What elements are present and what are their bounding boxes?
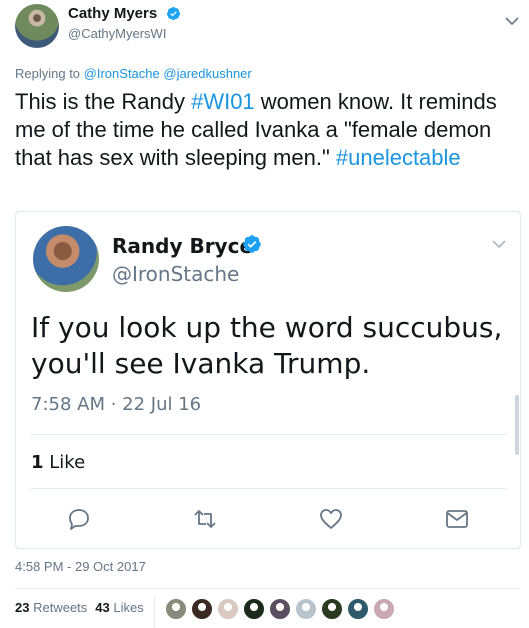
like-count-label: Like (49, 452, 86, 473)
embedded-author-name: Randy Bryce (112, 234, 254, 258)
divider (154, 596, 155, 628)
replying-prefix: Replying to (15, 66, 81, 81)
likes-label: Likes (113, 600, 144, 615)
replying-to: Replying to @IronStache @jaredkushner (15, 66, 252, 81)
chevron-down-icon[interactable] (505, 16, 519, 26)
author-name[interactable]: Cathy Myers (68, 5, 157, 22)
hashtag-link[interactable]: #WI01 (191, 89, 255, 114)
liker-avatar[interactable] (165, 598, 187, 620)
tweet-text: This is the Randy #WI01 women know. It r… (15, 88, 520, 172)
liker-avatar[interactable] (191, 598, 213, 620)
retweet-icon (194, 510, 216, 528)
liker-avatar[interactable] (243, 598, 265, 620)
liker-avatar[interactable] (321, 598, 343, 620)
tweet-stats: 23 Retweets 43 Likes (15, 600, 144, 615)
reply-icon (69, 509, 89, 530)
like-count-number: 1 (31, 452, 44, 473)
embedded-avatar (33, 226, 99, 292)
liker-avatar[interactable] (373, 598, 395, 620)
likes-count: 43 (95, 600, 110, 615)
retweets-label: Retweets (33, 600, 88, 615)
tweet-timestamp[interactable]: 4:58 PM - 29 Oct 2017 (15, 559, 146, 574)
divider (31, 434, 506, 435)
like-icon (320, 509, 342, 529)
verified-badge-icon (166, 6, 181, 21)
retweets-count: 23 (15, 600, 30, 615)
embedded-like-count: 1 Like (31, 452, 85, 473)
liker-avatar[interactable] (347, 598, 369, 620)
message-icon (446, 510, 468, 528)
liker-avatar[interactable] (269, 598, 291, 620)
embedded-tweet-text: If you look up the word succubus, you'll… (31, 311, 503, 380)
likes-stat[interactable]: 43 Likes (95, 600, 143, 615)
divider (15, 588, 520, 589)
mention-link[interactable]: @jaredkushner (163, 66, 251, 81)
mention-link[interactable]: @IronStache (84, 66, 160, 81)
chevron-down-icon (492, 240, 506, 249)
tweet-text-part: This is the Randy (15, 89, 192, 114)
verified-badge-icon (243, 235, 261, 253)
liker-avatar[interactable] (295, 598, 317, 620)
author-handle[interactable]: @CathyMyersWI (68, 26, 166, 41)
embedded-tweet-image[interactable]: Randy Bryce @IronStache If you look up t… (15, 211, 521, 549)
author-avatar[interactable] (15, 4, 59, 48)
retweets-stat[interactable]: 23 Retweets (15, 600, 87, 615)
scrollbar (515, 395, 519, 455)
embedded-timestamp: 7:58 AM · 22 Jul 16 (31, 394, 202, 415)
divider (31, 488, 506, 489)
hashtag-link[interactable]: #unelectable (336, 145, 461, 170)
liker-avatar[interactable] (217, 598, 239, 620)
embedded-author-handle: @IronStache (112, 262, 240, 286)
